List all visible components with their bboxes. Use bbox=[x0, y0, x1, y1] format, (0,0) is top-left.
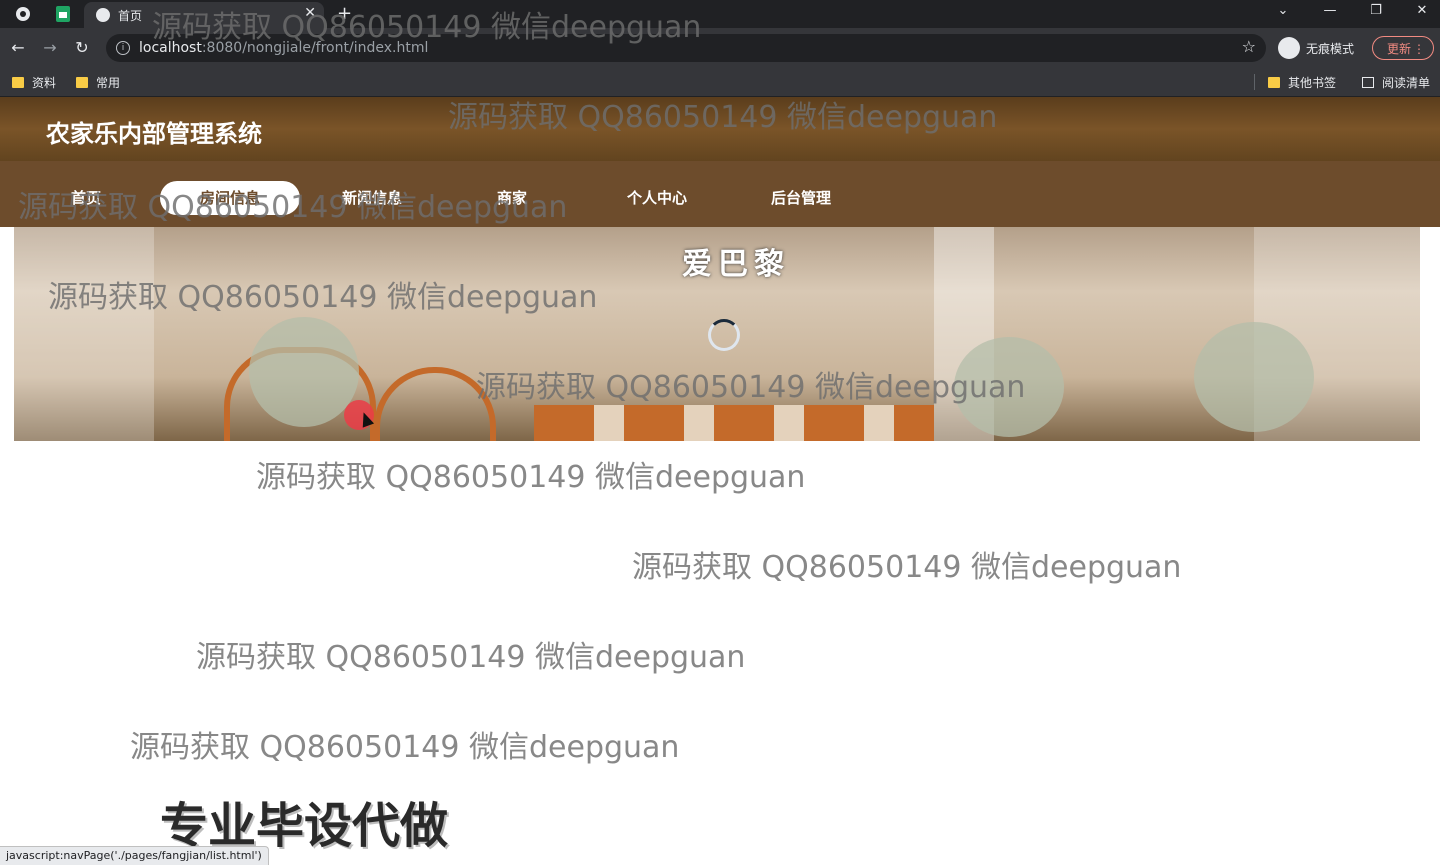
watermark: 源码获取 QQ86050149 微信deepguan bbox=[196, 640, 746, 675]
tab-favicon-icon bbox=[96, 8, 110, 22]
folder-icon bbox=[12, 77, 24, 88]
tab-search-chevron-icon[interactable]: ⌄ bbox=[1268, 3, 1298, 18]
tab-title: 首页 bbox=[118, 9, 143, 23]
minimize-icon[interactable]: — bbox=[1315, 3, 1345, 18]
nav-admin[interactable]: 后台管理 bbox=[731, 181, 871, 215]
status-bar-url: javascript:navPage('./pages/fangjian/lis… bbox=[0, 846, 269, 865]
watermark: 源码获取 QQ86050149 微信deepguan bbox=[48, 280, 598, 315]
site-title: 农家乐内部管理系统 bbox=[46, 120, 262, 148]
update-label: 更新 bbox=[1387, 42, 1412, 56]
watermark: 源码获取 QQ86050149 微信deepguan bbox=[130, 730, 680, 765]
window-close-icon[interactable]: ✕ bbox=[1407, 3, 1437, 18]
folder-icon bbox=[76, 77, 88, 88]
reading-list-icon bbox=[1362, 77, 1374, 88]
watermark: 源码获取 QQ86050149 微信deepguan bbox=[632, 550, 1182, 585]
restore-icon[interactable]: ❐ bbox=[1361, 3, 1391, 18]
reload-icon[interactable]: ↻ bbox=[72, 38, 92, 57]
incognito-indicator[interactable]: 无痕模式 bbox=[1278, 36, 1354, 60]
folder-icon bbox=[1268, 77, 1280, 88]
banner-plant bbox=[1194, 322, 1314, 432]
menu-dots-icon: ⋮ bbox=[1413, 42, 1425, 56]
loading-spinner-icon bbox=[708, 319, 740, 351]
bookmark-folder-ziliao[interactable]: 资料 bbox=[12, 74, 56, 91]
incognito-icon bbox=[1278, 37, 1300, 59]
watermark: 源码获取 QQ86050149 微信deepguan bbox=[448, 100, 998, 135]
watermark: 源码获取 QQ86050149 微信deepguan bbox=[18, 190, 568, 225]
update-button[interactable]: 更新 ⋮ bbox=[1372, 36, 1434, 60]
banner-plant bbox=[249, 317, 359, 427]
sheets-app-icon[interactable] bbox=[52, 4, 74, 24]
banner-floor bbox=[534, 405, 934, 441]
watermark: 源码获取 QQ86050149 微信deepguan bbox=[152, 10, 702, 45]
nav-personal-center[interactable]: 个人中心 bbox=[587, 181, 727, 215]
store-sign: 爱巴黎 bbox=[682, 247, 790, 282]
banner-carousel[interactable]: 爱巴黎 bbox=[14, 227, 1420, 441]
other-bookmarks-label: 其他书签 bbox=[1288, 76, 1337, 90]
bookmark-folder-changyong[interactable]: 常用 bbox=[76, 74, 120, 91]
reading-list-label: 阅读清单 bbox=[1382, 76, 1431, 90]
site-info-icon[interactable]: i bbox=[116, 41, 130, 55]
globe-icon[interactable] bbox=[12, 4, 34, 24]
incognito-label: 无痕模式 bbox=[1306, 41, 1355, 56]
bookmark-label: 资料 bbox=[32, 76, 57, 90]
other-bookmarks[interactable]: 其他书签 bbox=[1268, 74, 1336, 91]
forward-arrow-icon[interactable]: → bbox=[40, 38, 60, 57]
bookmark-divider bbox=[1254, 74, 1255, 90]
banner-wall-panel bbox=[14, 227, 154, 441]
bookmark-star-icon[interactable]: ☆ bbox=[1242, 37, 1256, 56]
watermark: 源码获取 QQ86050149 微信deepguan bbox=[476, 370, 1026, 405]
bookmark-label: 常用 bbox=[96, 76, 121, 90]
back-arrow-icon[interactable]: ← bbox=[8, 38, 28, 57]
watermark: 源码获取 QQ86050149 微信deepguan bbox=[256, 460, 806, 495]
reading-list[interactable]: 阅读清单 bbox=[1362, 74, 1430, 91]
